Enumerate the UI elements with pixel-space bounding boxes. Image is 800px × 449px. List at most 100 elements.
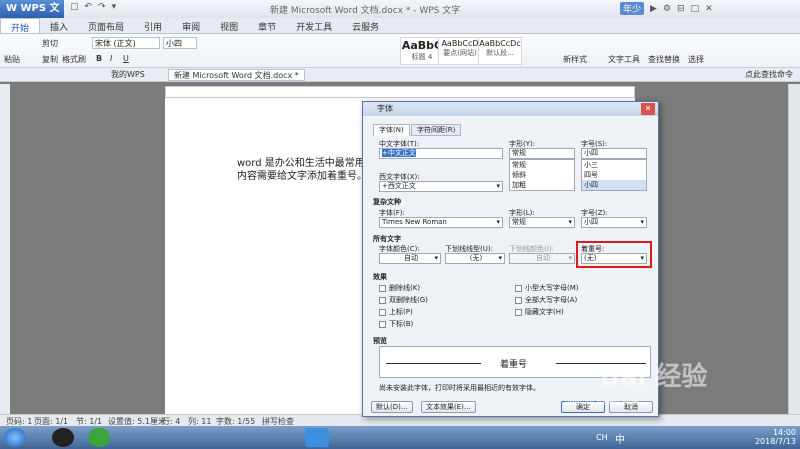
- left-panel: [0, 84, 10, 414]
- all-caps-checkbox[interactable]: 全部大写字母(A): [515, 295, 577, 305]
- style-name: 标题 4: [411, 53, 433, 61]
- tab-page-layout[interactable]: 页面布局: [78, 18, 134, 33]
- wps-app-menu-button[interactable]: W WPS 文字: [0, 0, 64, 32]
- clock[interactable]: 14:00 2018/7/13: [755, 428, 796, 446]
- checkbox-label: 删除线(K): [389, 284, 421, 292]
- underline-type-select[interactable]: (无): [445, 253, 505, 264]
- strikethrough-checkbox[interactable]: 删除线(K): [379, 283, 420, 293]
- list-item[interactable]: 倾斜: [510, 170, 574, 180]
- doc-tab-current[interactable]: 新建 Microsoft Word 文档.docx *: [168, 69, 305, 81]
- style-input[interactable]: 常规: [509, 148, 575, 159]
- titlebar-right: 年少 ▶ ⚙ ⊟ □ ✕: [620, 2, 713, 15]
- western-font-select[interactable]: +西文正文: [379, 181, 503, 192]
- clock-time: 14:00: [772, 428, 796, 437]
- browser-icon[interactable]: [88, 428, 110, 447]
- ime-indicator[interactable]: 中: [615, 431, 625, 446]
- doc-tab-my-wps[interactable]: 我的WPS: [106, 69, 150, 81]
- tab-section[interactable]: 章节: [248, 18, 286, 33]
- vertical-scrollbar[interactable]: [788, 84, 800, 414]
- tab-char-spacing[interactable]: 字符间距(R): [411, 124, 462, 136]
- user-badge[interactable]: 年少: [620, 2, 645, 15]
- tab-font[interactable]: 字体(N): [373, 124, 410, 136]
- minimize-icon[interactable]: ⊟: [677, 4, 685, 14]
- chinese-font-select[interactable]: +中文正文: [379, 148, 503, 159]
- text-tools-button[interactable]: 文字工具: [608, 54, 640, 65]
- checkbox-label: 隐藏文字(H): [525, 308, 564, 316]
- underline-button[interactable]: U: [123, 54, 129, 63]
- command-search[interactable]: 点此查找命令: [740, 69, 798, 81]
- tab-view[interactable]: 视图: [210, 18, 248, 33]
- checkbox-label: 上标(P): [389, 308, 413, 316]
- small-caps-checkbox[interactable]: 小型大写字母(M): [515, 283, 579, 293]
- settings-icon[interactable]: ⚙: [663, 4, 671, 14]
- checkbox-label: 小型大写字母(M): [525, 284, 579, 292]
- paste-button[interactable]: 粘贴: [4, 54, 20, 65]
- undo-icon[interactable]: ↶: [85, 2, 93, 12]
- dialog-close-button[interactable]: ✕: [641, 103, 655, 115]
- redo-icon[interactable]: ↷: [98, 2, 106, 12]
- dialog-title: 字体: [363, 102, 658, 116]
- qq-icon[interactable]: [52, 428, 74, 447]
- ribbon-tabs: 开始 插入 页面布局 引用 审阅 视图 章节 开发工具 云服务: [0, 18, 800, 34]
- document-text-line-2[interactable]: 内容需要给文字添加着重号。: [237, 167, 367, 182]
- list-item[interactable]: 加粗: [510, 180, 574, 190]
- double-strikethrough-checkbox[interactable]: 双删除线(G): [379, 295, 428, 305]
- font-note: 尚未安装此字体，打印时将采用最相近的有效字体。: [379, 384, 540, 392]
- all-text-section-title: 所有文字: [373, 235, 401, 243]
- tab-review[interactable]: 审阅: [172, 18, 210, 33]
- maximize-icon[interactable]: □: [691, 4, 700, 14]
- superscript-checkbox[interactable]: 上标(P): [379, 307, 413, 317]
- bold-button[interactable]: B: [96, 54, 102, 63]
- complex-size-select[interactable]: 小四: [581, 217, 647, 228]
- format-painter-button[interactable]: 格式刷: [62, 54, 86, 65]
- hidden-text-checkbox[interactable]: 隐藏文字(H): [515, 307, 564, 317]
- select-button[interactable]: 选择: [688, 54, 704, 65]
- clock-date: 2018/7/13: [754, 437, 796, 446]
- language-indicator[interactable]: CH: [596, 433, 608, 442]
- list-item[interactable]: 常规: [510, 160, 574, 170]
- size-input[interactable]: 小四: [581, 148, 647, 159]
- preview-baseline-left: [386, 363, 481, 364]
- style-preview: AaBbC: [401, 39, 443, 52]
- window-title: 新建 Microsoft Word 文档.docx * - WPS 文字: [270, 6, 461, 16]
- wps-taskbar-icon[interactable]: [305, 428, 329, 447]
- tab-home[interactable]: 开始: [0, 18, 41, 34]
- ribbon: 粘贴 剪切 复制 格式刷 宋体 (正文) 小四 B I U AaBbC 标题 4 …: [0, 34, 800, 68]
- checkbox-label: 双删除线(G): [389, 296, 428, 304]
- list-item[interactable]: 四号: [582, 170, 646, 180]
- complex-style-select[interactable]: 常规: [509, 217, 575, 228]
- checkbox-label: 下标(B): [389, 320, 414, 328]
- horizontal-ruler[interactable]: [165, 86, 635, 98]
- tab-cloud[interactable]: 云服务: [342, 18, 389, 33]
- italic-button[interactable]: I: [110, 54, 112, 63]
- underline-color-select: 自动: [509, 253, 575, 264]
- tab-developer[interactable]: 开发工具: [286, 18, 342, 33]
- play-icon[interactable]: ▶: [650, 4, 657, 14]
- list-item[interactable]: 小四: [582, 180, 646, 190]
- style-keypoint[interactable]: AaBbCcD 要点(网站): [438, 37, 482, 65]
- complex-section-title: 复杂文种: [373, 198, 401, 206]
- default-button[interactable]: 默认(D)...: [371, 401, 413, 413]
- close-window-icon[interactable]: ✕: [705, 4, 713, 14]
- quick-save-icon[interactable]: ▢: [70, 2, 79, 12]
- tab-references[interactable]: 引用: [134, 18, 172, 33]
- font-name-select[interactable]: 宋体 (正文): [92, 37, 160, 49]
- font-color-select[interactable]: 自动: [379, 253, 441, 264]
- complex-font-select[interactable]: Times New Roman: [379, 217, 503, 228]
- cut-button[interactable]: 剪切: [42, 38, 58, 49]
- font-size-select[interactable]: 小四: [163, 37, 197, 49]
- new-style-button[interactable]: 新样式: [563, 54, 587, 65]
- list-item[interactable]: 小三: [582, 160, 646, 170]
- style-list[interactable]: 常规 倾斜 加粗: [509, 159, 575, 191]
- preview-text: 着重号: [500, 360, 528, 370]
- tab-insert[interactable]: 插入: [40, 18, 78, 33]
- quick-access-more-icon[interactable]: ▾: [112, 2, 117, 12]
- style-default[interactable]: AaBbCcDc 默认段...: [478, 37, 522, 65]
- subscript-checkbox[interactable]: 下标(B): [379, 319, 413, 329]
- style-preview: AaBbCcD: [441, 39, 479, 48]
- size-list[interactable]: 小三 四号 小四: [581, 159, 647, 191]
- find-replace-button[interactable]: 查找替换: [648, 54, 680, 65]
- start-button[interactable]: [4, 428, 26, 447]
- copy-button[interactable]: 复制: [42, 54, 58, 65]
- text-effects-button[interactable]: 文本效果(E)...: [421, 401, 476, 413]
